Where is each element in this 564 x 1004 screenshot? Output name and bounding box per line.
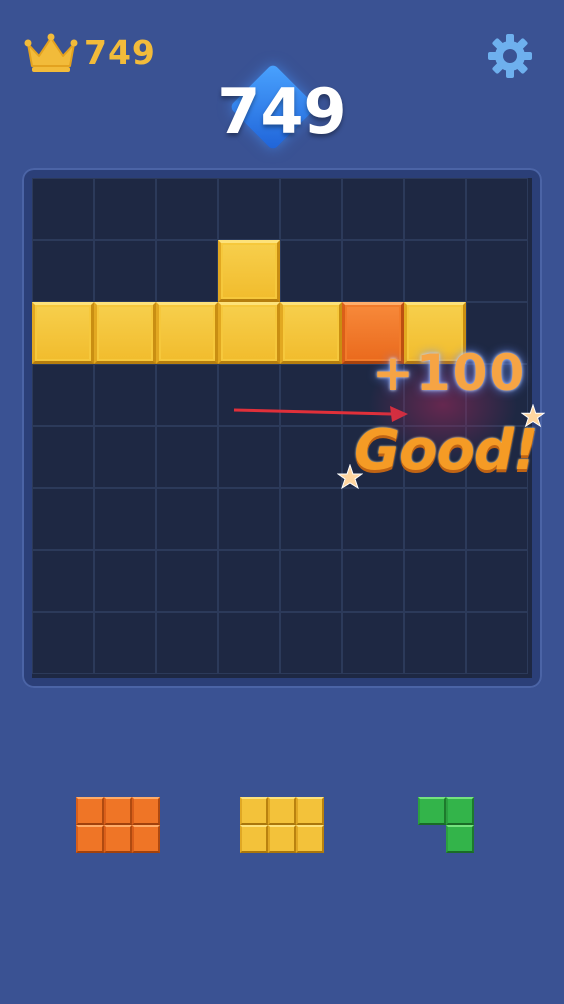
piece-block xyxy=(418,797,446,825)
block-yellow[interactable] xyxy=(156,302,218,364)
board-cell[interactable] xyxy=(342,488,404,550)
board-cell[interactable] xyxy=(280,550,342,612)
piece-block xyxy=(268,797,296,825)
gear-icon[interactable] xyxy=(486,32,534,80)
board-cell[interactable] xyxy=(342,240,404,302)
block-yellow[interactable] xyxy=(94,302,156,364)
board-cell[interactable] xyxy=(342,178,404,240)
board-cell[interactable] xyxy=(156,426,218,488)
piece-orange[interactable] xyxy=(76,797,160,853)
piece-block xyxy=(268,825,296,853)
block-yellow[interactable] xyxy=(218,302,280,364)
piece-block xyxy=(296,825,324,853)
piece-block xyxy=(104,825,132,853)
board-cell[interactable] xyxy=(156,488,218,550)
board-cell[interactable] xyxy=(32,550,94,612)
piece-tray xyxy=(0,760,564,880)
board-cell[interactable] xyxy=(156,550,218,612)
board-cell[interactable] xyxy=(404,612,466,674)
crown-icon xyxy=(24,33,78,72)
board-cell[interactable] xyxy=(404,240,466,302)
block-yellow[interactable] xyxy=(280,302,342,364)
board-cell[interactable] xyxy=(280,426,342,488)
board-cell[interactable] xyxy=(466,240,528,302)
board-cell[interactable] xyxy=(218,426,280,488)
board-cell[interactable] xyxy=(94,488,156,550)
board-cell[interactable] xyxy=(466,178,528,240)
board-cell[interactable] xyxy=(32,364,94,426)
piece-block xyxy=(76,825,104,853)
board-cell[interactable] xyxy=(218,178,280,240)
board-cell[interactable] xyxy=(404,178,466,240)
board-cell[interactable] xyxy=(94,426,156,488)
piece-green[interactable] xyxy=(418,797,474,853)
piece-block xyxy=(104,797,132,825)
board-cell[interactable] xyxy=(32,426,94,488)
board-cell[interactable] xyxy=(32,178,94,240)
praise-text: Good! xyxy=(354,418,539,483)
board-cell[interactable] xyxy=(280,178,342,240)
board-cell[interactable] xyxy=(342,550,404,612)
board-cell[interactable] xyxy=(466,488,528,550)
board-cell[interactable] xyxy=(342,612,404,674)
current-score-value: 749 xyxy=(217,75,347,148)
top-bar: 749 749 xyxy=(0,0,564,170)
piece-block xyxy=(240,797,268,825)
board-cell[interactable] xyxy=(156,178,218,240)
board-cell[interactable] xyxy=(280,612,342,674)
piece-block xyxy=(296,797,324,825)
current-score: 749 xyxy=(182,63,382,162)
board-cell[interactable] xyxy=(218,488,280,550)
best-score: 749 xyxy=(24,32,156,74)
best-score-value: 749 xyxy=(84,33,156,72)
board-cell[interactable] xyxy=(280,240,342,302)
board-cell[interactable] xyxy=(94,550,156,612)
board-cell[interactable] xyxy=(466,612,528,674)
piece-block xyxy=(76,797,104,825)
board-cell[interactable] xyxy=(94,612,156,674)
board-cell[interactable] xyxy=(94,240,156,302)
star-icon xyxy=(337,464,363,490)
piece-block xyxy=(132,825,160,853)
star-icon xyxy=(521,404,545,428)
board-cell[interactable] xyxy=(404,488,466,550)
points-popup: +100 xyxy=(372,344,527,402)
piece-block xyxy=(240,825,268,853)
board-cell[interactable] xyxy=(32,240,94,302)
board-cell[interactable] xyxy=(156,240,218,302)
board-cell[interactable] xyxy=(156,364,218,426)
board-cell[interactable] xyxy=(218,612,280,674)
piece-block xyxy=(132,797,160,825)
board-cell[interactable] xyxy=(32,612,94,674)
block-yellow[interactable] xyxy=(218,240,280,302)
board-cell[interactable] xyxy=(94,178,156,240)
board-cell[interactable] xyxy=(32,488,94,550)
board-cell[interactable] xyxy=(466,550,528,612)
piece-yellow[interactable] xyxy=(240,797,324,853)
board-cell[interactable] xyxy=(404,550,466,612)
board-cell[interactable] xyxy=(218,550,280,612)
board-cell[interactable] xyxy=(156,612,218,674)
piece-block xyxy=(446,797,474,825)
board-cell[interactable] xyxy=(280,488,342,550)
board-cell[interactable] xyxy=(94,364,156,426)
piece-block xyxy=(446,825,474,853)
piece-gap xyxy=(418,825,446,853)
block-yellow[interactable] xyxy=(32,302,94,364)
